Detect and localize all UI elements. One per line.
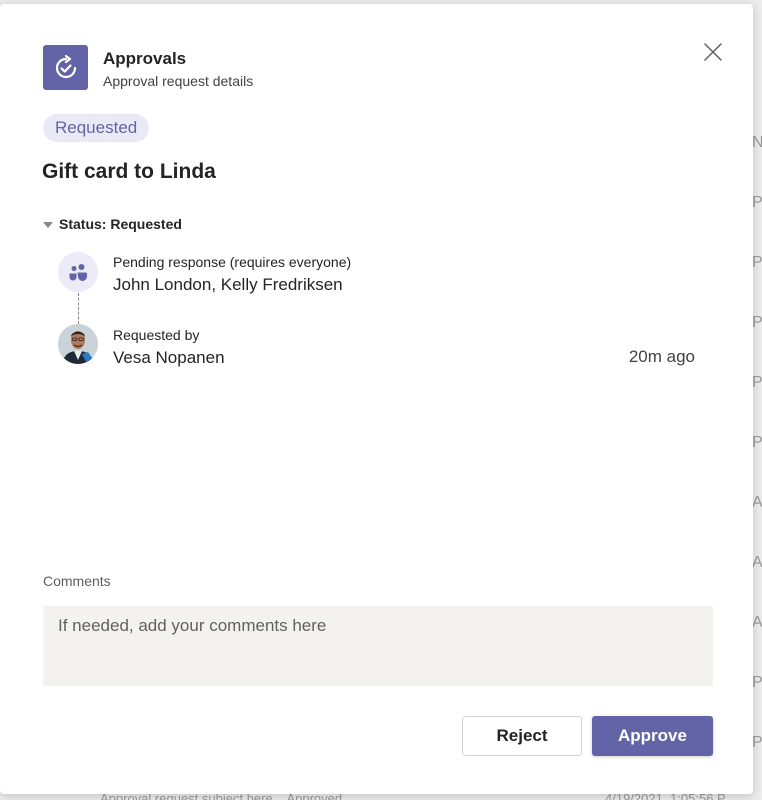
bg-row-letter: P [752, 434, 762, 451]
requester-name: Vesa Nopanen [113, 348, 225, 367]
comments-label: Comments [43, 573, 111, 589]
approvals-icon [43, 45, 88, 90]
pending-approvers: John London, Kelly Fredriksen [113, 275, 343, 294]
bg-row-letter: A [752, 614, 762, 631]
reject-button[interactable]: Reject [462, 716, 582, 756]
bg-row-letter: A [752, 554, 762, 571]
bg-row-letter: P [752, 314, 762, 331]
status-section-toggle[interactable]: Status: Requested [43, 216, 182, 232]
close-icon [704, 43, 722, 61]
approval-details-dialog: Approvals Approval request details Reque… [0, 4, 753, 794]
bg-row-letter: P [752, 254, 762, 271]
app-subtitle: Approval request details [103, 73, 254, 89]
people-icon [69, 264, 87, 281]
timeline-connector [78, 293, 79, 324]
bg-row-letter: P [752, 374, 762, 391]
close-button[interactable] [701, 40, 725, 64]
bg-row-letter: A [752, 494, 762, 511]
approve-button[interactable]: Approve [592, 716, 713, 756]
request-title: Gift card to Linda [42, 160, 216, 183]
bg-row-letter: P [752, 674, 762, 691]
request-timestamp: 20m ago [628, 347, 695, 366]
app-title: Approvals [103, 49, 187, 68]
bg-row-letter: P [752, 734, 762, 751]
requested-by-label: Requested by [113, 327, 200, 343]
status-badge: Requested [43, 114, 150, 142]
pending-approvers-avatar [58, 252, 98, 292]
status-section-label: Status: Requested [59, 216, 182, 232]
caret-down-icon [43, 221, 53, 228]
comments-input[interactable] [43, 606, 713, 686]
pending-label: Pending response (requires everyone) [113, 254, 352, 270]
bg-row-letter: N [752, 134, 762, 151]
bg-row-letter: P [752, 194, 762, 211]
requester-avatar [58, 324, 98, 364]
